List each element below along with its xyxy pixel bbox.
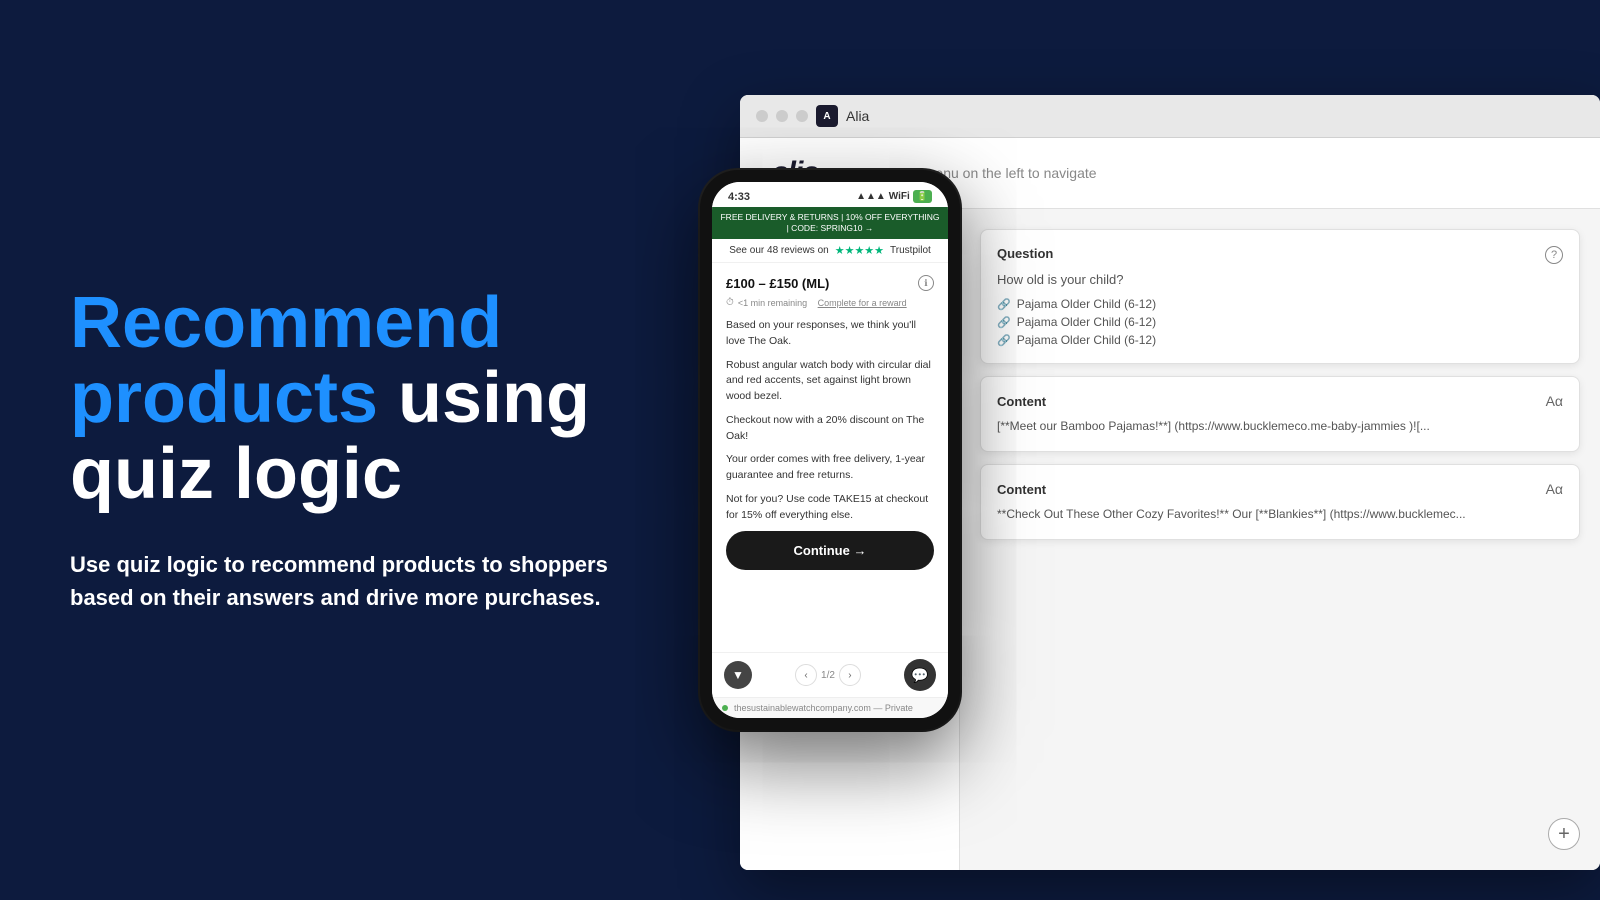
link-text-3: Pajama Older Child (6-12) bbox=[1017, 333, 1156, 347]
next-arrow[interactable]: › bbox=[839, 664, 861, 686]
secure-dot bbox=[722, 705, 728, 711]
phone-container: 4:33 ▲▲▲ WiFi 🔋 FREE DELIVERY & RETURNS … bbox=[700, 170, 960, 730]
trustpilot-brand: Trustpilot bbox=[890, 245, 931, 256]
prev-arrow[interactable]: ‹ bbox=[795, 664, 817, 686]
question-link-2[interactable]: 🔗 Pajama Older Child (6-12) bbox=[997, 315, 1563, 329]
status-icons: ▲▲▲ WiFi 🔋 bbox=[856, 190, 932, 203]
format-icon-1[interactable]: Aα bbox=[1546, 393, 1563, 409]
browser-bar: A Alia bbox=[740, 95, 1600, 138]
phone-url-bar: thesustainablewatchcompany.com — Private bbox=[712, 697, 948, 718]
content-label-1: Content bbox=[997, 394, 1046, 409]
time-remaining: <1 min remaining bbox=[738, 298, 807, 308]
phone-screen: 4:33 ▲▲▲ WiFi 🔋 FREE DELIVERY & RETURNS … bbox=[712, 182, 948, 718]
question-card-header: Question ? bbox=[997, 246, 1563, 264]
question-label: Question bbox=[997, 246, 1053, 261]
content-label-2: Content bbox=[997, 482, 1046, 497]
right-section: A Alia alia Use the side menu on the lef… bbox=[700, 0, 1600, 900]
question-text: How old is your child? bbox=[997, 272, 1563, 287]
trustpilot-text: See our 48 reviews on bbox=[729, 245, 829, 256]
format-icon-2[interactable]: Aα bbox=[1546, 481, 1563, 497]
link-icon-2: 🔗 bbox=[997, 316, 1011, 329]
trustpilot-bar: See our 48 reviews on ★★★★★ Trustpilot bbox=[712, 239, 948, 263]
question-links: 🔗 Pajama Older Child (6-12) 🔗 Pajama Old… bbox=[997, 297, 1563, 347]
trustpilot-stars: ★★★★★ bbox=[835, 244, 884, 257]
headline-blue: Recommend bbox=[70, 283, 502, 363]
clock-icon: ⏱ bbox=[726, 297, 734, 308]
chat-button[interactable]: 💬 bbox=[904, 659, 936, 691]
browser-title: Alia bbox=[846, 108, 869, 124]
browser-dot-2 bbox=[776, 110, 788, 122]
time-bar: ⏱ <1 min remaining Complete for a reward bbox=[726, 297, 934, 308]
reward-link[interactable]: Complete for a reward bbox=[818, 298, 907, 308]
signal-icon: ▲▲▲ bbox=[856, 191, 886, 202]
browser-favicon: A bbox=[816, 105, 838, 127]
product-desc-5: Not for you? Use code TAKE15 at checkout… bbox=[726, 492, 934, 524]
down-arrow-button[interactable]: ▼ bbox=[724, 661, 752, 689]
wifi-icon: WiFi bbox=[889, 191, 910, 202]
product-price: £100 – £150 (ML) bbox=[726, 276, 829, 291]
product-info-icon[interactable]: ℹ bbox=[918, 275, 934, 291]
product-desc-3: Checkout now with a 20% discount on The … bbox=[726, 413, 934, 445]
headline-products: products bbox=[70, 358, 378, 438]
phone-status-bar: 4:33 ▲▲▲ WiFi 🔋 bbox=[712, 182, 948, 207]
question-help-icon[interactable]: ? bbox=[1545, 246, 1563, 264]
content-text-1: [**Meet our Bamboo Pajamas!**] (https://… bbox=[997, 417, 1563, 435]
headline: Recommend products using quiz logic bbox=[70, 286, 630, 513]
subtext: Use quiz logic to recommend products to … bbox=[70, 548, 630, 614]
add-button[interactable]: + bbox=[1548, 818, 1580, 850]
question-link-1[interactable]: 🔗 Pajama Older Child (6-12) bbox=[997, 297, 1563, 311]
link-icon-1: 🔗 bbox=[997, 298, 1011, 311]
headline-quiz: quiz logic bbox=[70, 434, 402, 514]
headline-using: using bbox=[378, 358, 590, 438]
browser-dot-1 bbox=[756, 110, 768, 122]
phone-mockup: 4:33 ▲▲▲ WiFi 🔋 FREE DELIVERY & RETURNS … bbox=[700, 170, 960, 730]
page-indicator: 1/2 bbox=[821, 670, 835, 681]
product-desc-1: Based on your responses, we think you'll… bbox=[726, 318, 934, 350]
battery-icon: 🔋 bbox=[913, 190, 932, 203]
left-section: Recommend products using quiz logic Use … bbox=[0, 226, 700, 675]
link-text-2: Pajama Older Child (6-12) bbox=[1017, 315, 1156, 329]
link-text-1: Pajama Older Child (6-12) bbox=[1017, 297, 1156, 311]
content-text-2: **Check Out These Other Cozy Favorites!*… bbox=[997, 505, 1563, 523]
question-card: Question ? How old is your child? 🔗 Paja… bbox=[980, 229, 1580, 364]
phone-nav-dots: ‹ 1/2 › bbox=[795, 664, 861, 686]
phone-url: thesustainablewatchcompany.com — Private bbox=[734, 703, 913, 713]
promo-text: FREE DELIVERY & RETURNS | 10% OFF EVERYT… bbox=[720, 212, 939, 233]
continue-button[interactable]: Continue → bbox=[726, 531, 934, 570]
content-card-1: Content Aα [**Meet our Bamboo Pajamas!**… bbox=[980, 376, 1580, 452]
content-card-2: Content Aα **Check Out These Other Cozy … bbox=[980, 464, 1580, 540]
phone-content: £100 – £150 (ML) ℹ ⏱ <1 min remaining Co… bbox=[712, 263, 948, 652]
phone-time: 4:33 bbox=[728, 191, 750, 203]
promo-bar: FREE DELIVERY & RETURNS | 10% OFF EVERYT… bbox=[712, 207, 948, 239]
complete-reward bbox=[811, 298, 814, 308]
product-header: £100 – £150 (ML) ℹ bbox=[726, 275, 934, 291]
content-card-2-header: Content Aα bbox=[997, 481, 1563, 497]
product-desc-2: Robust angular watch body with circular … bbox=[726, 358, 934, 405]
phone-bottom-bar: ▼ ‹ 1/2 › 💬 bbox=[712, 652, 948, 697]
link-icon-3: 🔗 bbox=[997, 334, 1011, 347]
content-card-1-header: Content Aα bbox=[997, 393, 1563, 409]
product-desc-4: Your order comes with free delivery, 1-y… bbox=[726, 452, 934, 484]
browser-dot-3 bbox=[796, 110, 808, 122]
question-link-3[interactable]: 🔗 Pajama Older Child (6-12) bbox=[997, 333, 1563, 347]
main-content: Question ? How old is your child? 🔗 Paja… bbox=[960, 209, 1600, 870]
